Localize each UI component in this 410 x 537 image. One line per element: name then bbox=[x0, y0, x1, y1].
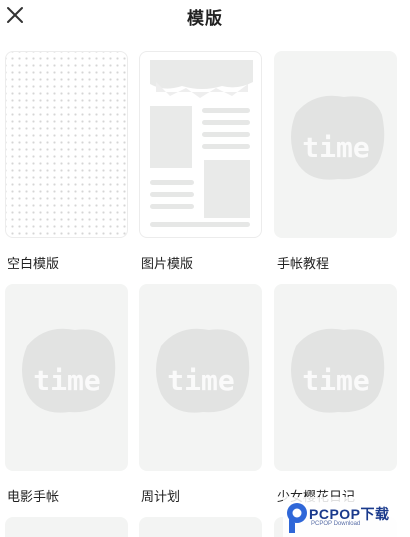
svg-text:time: time bbox=[302, 131, 369, 164]
header: 模版 bbox=[0, 0, 410, 34]
placeholder-time-art: time bbox=[22, 328, 116, 413]
placeholder-time-art: time bbox=[156, 328, 250, 413]
svg-text:time: time bbox=[33, 364, 100, 397]
watermark: PCPOP下载 PCPOP Download bbox=[283, 497, 410, 537]
svg-text:time: time bbox=[167, 364, 234, 397]
template-card-placeholder[interactable]: time bbox=[274, 284, 397, 471]
svg-text:time: time bbox=[302, 364, 369, 397]
template-label: 图片模版 bbox=[141, 257, 194, 272]
template-card-picture[interactable] bbox=[139, 51, 262, 238]
template-card-blank[interactable] bbox=[5, 51, 128, 238]
template-label: 手帐教程 bbox=[277, 257, 330, 272]
template-card-placeholder[interactable]: time bbox=[5, 284, 128, 471]
picture-layout-preview bbox=[150, 60, 253, 227]
placeholder-time-art: time bbox=[291, 95, 385, 180]
template-label: 电影手帐 bbox=[7, 490, 60, 505]
template-picker-screen: 模版 空白模版 图片模版 time 手帐教程 time 电影手帐 time 周计… bbox=[0, 0, 410, 537]
watermark-sub: PCPOP Download bbox=[311, 521, 361, 527]
template-label: 空白模版 bbox=[7, 257, 60, 272]
placeholder-time-art: time bbox=[291, 328, 385, 413]
template-card-partial[interactable] bbox=[139, 517, 262, 537]
template-label: 周计划 bbox=[141, 490, 181, 505]
template-card-placeholder[interactable]: time bbox=[139, 284, 262, 471]
template-card-placeholder[interactable]: time bbox=[274, 51, 397, 238]
page-title: 模版 bbox=[187, 9, 223, 29]
template-card-partial[interactable] bbox=[5, 517, 128, 537]
